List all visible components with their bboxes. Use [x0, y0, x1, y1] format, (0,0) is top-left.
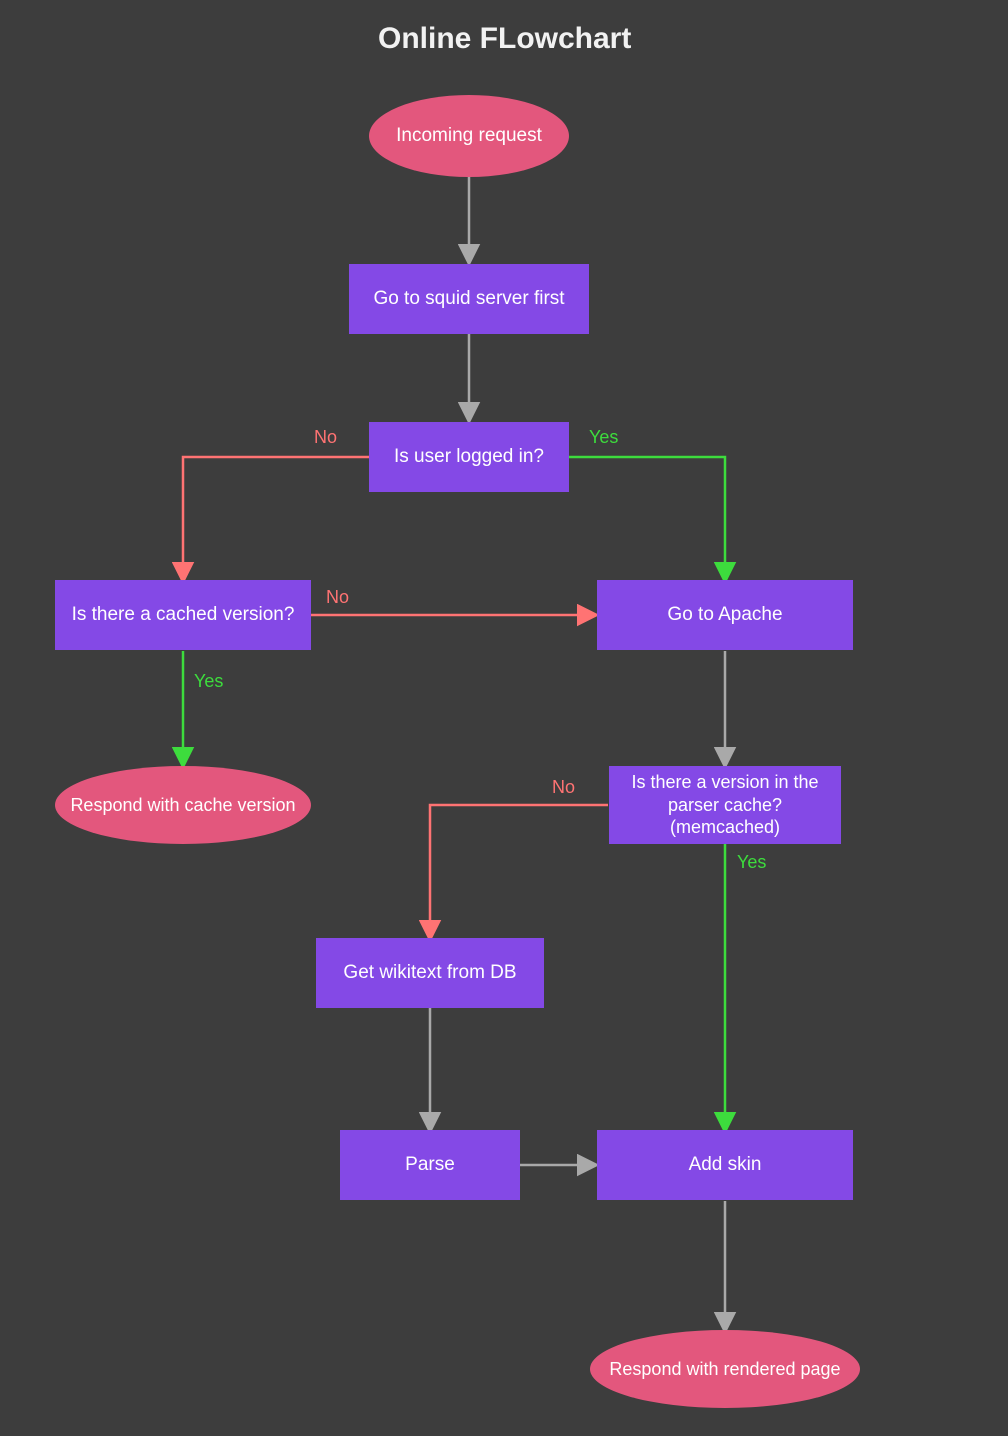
node-incoming-request: Incoming request: [369, 95, 569, 177]
node-cached-version: Is there a cached version?: [55, 580, 311, 650]
label-logged-in-yes: Yes: [589, 427, 618, 448]
label-parser-yes: Yes: [737, 852, 766, 873]
page-title: Online FLowchart: [378, 22, 631, 56]
node-add-skin: Add skin: [597, 1130, 853, 1200]
node-parser-cache: Is there a version in the parser cache? …: [609, 766, 841, 844]
label-cached-yes: Yes: [194, 671, 223, 692]
label-parser-no: No: [552, 777, 575, 798]
node-go-to-squid: Go to squid server first: [349, 264, 589, 334]
node-go-to-apache: Go to Apache: [597, 580, 853, 650]
node-respond-rendered: Respond with rendered page: [590, 1330, 860, 1408]
connector-layer: [0, 0, 1008, 1436]
label-logged-in-no: No: [314, 427, 337, 448]
node-parse: Parse: [340, 1130, 520, 1200]
node-get-wikitext: Get wikitext from DB: [316, 938, 544, 1008]
node-respond-cache: Respond with cache version: [55, 766, 311, 844]
label-cached-no: No: [326, 587, 349, 608]
node-user-logged-in: Is user logged in?: [369, 422, 569, 492]
flowchart-canvas: Online FLowchart: [0, 0, 1008, 1436]
